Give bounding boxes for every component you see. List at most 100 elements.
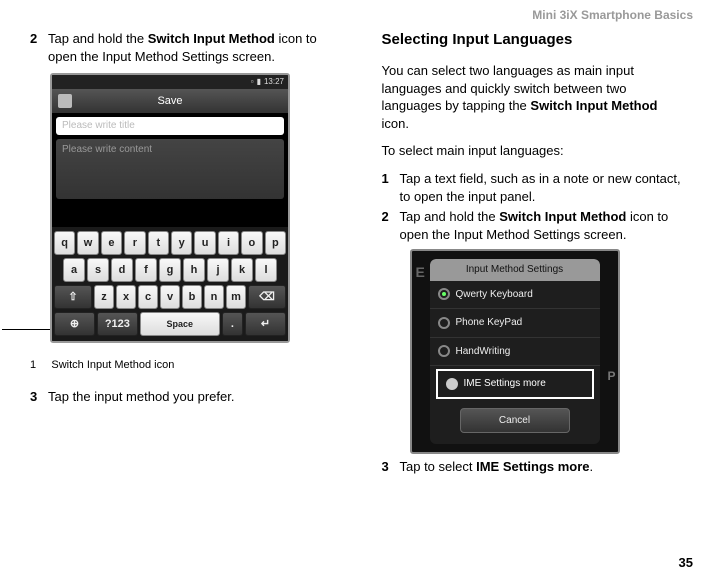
step-text: Tap and hold the Switch Input Method ico… [48, 30, 332, 65]
ime-option-handwriting: HandWriting [430, 338, 600, 367]
caption-text: Switch Input Method icon [51, 359, 174, 371]
key-n: n [204, 285, 224, 309]
screenshot-keyboard: ▫ ▮ 13:27 Save Please write title Please… [50, 73, 290, 343]
caption-num: 1 [30, 359, 36, 371]
ime-option-qwerty: Qwerty Keyboard [430, 281, 600, 310]
key-b: b [182, 285, 202, 309]
step-number: 3 [382, 458, 400, 476]
key-z: z [94, 285, 114, 309]
ime-settings-more: IME Settings more [436, 369, 594, 399]
step-text: Tap and hold the Switch Input Method ico… [400, 208, 684, 243]
step-number: 2 [30, 30, 48, 65]
content-columns: 2 Tap and hold the Switch Input Method i… [0, 30, 713, 479]
key-w: w [77, 231, 98, 255]
key-row-2: a s d f g h j k l [54, 258, 286, 282]
key-j: j [207, 258, 229, 282]
save-icon [58, 94, 72, 108]
screenshot-ime-settings: E P Input Method Settings Qwerty Keyboar… [410, 249, 620, 454]
key-p: p [265, 231, 286, 255]
key-o: o [241, 231, 262, 255]
step-text: Tap a text field, such as in a note or n… [400, 170, 684, 205]
key-backspace: ⌫ [248, 285, 286, 309]
key-space: Space [140, 312, 220, 336]
key-u: u [194, 231, 215, 255]
key-c: c [138, 285, 158, 309]
key-r: r [124, 231, 145, 255]
key-shift: ⇧ [54, 285, 92, 309]
more-label: IME Settings more [464, 377, 546, 391]
save-bar: Save [52, 89, 288, 113]
key-q: q [54, 231, 75, 255]
key-h: h [183, 258, 205, 282]
key-switch-input-method: ⊕ [54, 312, 95, 336]
screenshot-2-wrap: E P Input Method Settings Qwerty Keyboar… [410, 249, 684, 454]
bg-letter: E [416, 263, 425, 282]
key-s: s [87, 258, 109, 282]
key-symbols: ?123 [97, 312, 138, 336]
onscreen-keyboard: q w e r t y u i o p a s d [52, 227, 288, 341]
key-period: . [222, 312, 243, 336]
right-step-3: 3 Tap to select IME Settings more. [382, 458, 684, 476]
key-m: m [226, 285, 246, 309]
key-a: a [63, 258, 85, 282]
radio-icon [438, 288, 450, 300]
paragraph-2: To select main input languages: [382, 142, 684, 160]
screenshot-1-wrap: 1 ▫ ▮ 13:27 Save Please write title Plea… [50, 73, 332, 343]
left-step-2: 2 Tap and hold the Switch Input Method i… [30, 30, 332, 65]
key-d: d [111, 258, 133, 282]
key-l: l [255, 258, 277, 282]
key-i: i [218, 231, 239, 255]
figure-caption: 1 Switch Input Method icon [30, 358, 332, 373]
bold-term: Switch Input Method [148, 31, 275, 46]
step-number: 1 [382, 170, 400, 205]
page-header: Mini 3iX Smartphone Basics [532, 8, 693, 22]
text: Tap and hold the [48, 31, 148, 46]
signal-icon: ▫ [251, 77, 254, 88]
text: icon. [382, 116, 409, 131]
key-e: e [101, 231, 122, 255]
key-v: v [160, 285, 180, 309]
page-number: 35 [679, 555, 693, 570]
step-text: Tap to select IME Settings more. [400, 458, 684, 476]
option-label: Qwerty Keyboard [456, 288, 533, 302]
key-k: k [231, 258, 253, 282]
key-enter: ↵ [245, 312, 286, 336]
key-t: t [148, 231, 169, 255]
bg-letter: P [607, 368, 615, 384]
bold-term: IME Settings more [476, 459, 589, 474]
option-label: Phone KeyPad [456, 316, 523, 330]
content-field: Please write content [56, 139, 284, 199]
key-row-4: ⊕ ?123 Space . ↵ [54, 312, 286, 336]
key-x: x [116, 285, 136, 309]
radio-icon [438, 345, 450, 357]
cancel-button: Cancel [460, 408, 570, 434]
key-row-3: ⇧ z x c v b n m ⌫ [54, 285, 286, 309]
radio-icon [438, 317, 450, 329]
phone-statusbar: ▫ ▮ 13:27 [52, 75, 288, 89]
battery-icon: ▮ [257, 77, 261, 88]
step-text: Tap the input method you prefer. [48, 388, 332, 406]
section-heading: Selecting Input Languages [382, 30, 684, 50]
bold-term: Switch Input Method [530, 98, 657, 113]
status-time: 13:27 [264, 77, 284, 88]
right-step-1: 1 Tap a text field, such as in a note or… [382, 170, 684, 205]
key-y: y [171, 231, 192, 255]
key-row-1: q w e r t y u i o p [54, 231, 286, 255]
paragraph-1: You can select two languages as main inp… [382, 62, 684, 132]
step-number: 3 [30, 388, 48, 406]
ime-panel: Input Method Settings Qwerty Keyboard Ph… [430, 259, 600, 444]
text: Tap and hold the [400, 209, 500, 224]
ime-panel-title: Input Method Settings [430, 259, 600, 281]
option-label: HandWriting [456, 345, 511, 359]
key-g: g [159, 258, 181, 282]
title-field: Please write title [56, 117, 284, 135]
bold-term: Switch Input Method [499, 209, 626, 224]
left-column: 2 Tap and hold the Switch Input Method i… [0, 30, 357, 479]
text: Tap to select [400, 459, 477, 474]
right-column: Selecting Input Languages You can select… [357, 30, 713, 479]
step-number: 2 [382, 208, 400, 243]
key-f: f [135, 258, 157, 282]
ime-option-phonekeypad: Phone KeyPad [430, 309, 600, 338]
save-label: Save [157, 94, 182, 109]
text: . [590, 459, 594, 474]
